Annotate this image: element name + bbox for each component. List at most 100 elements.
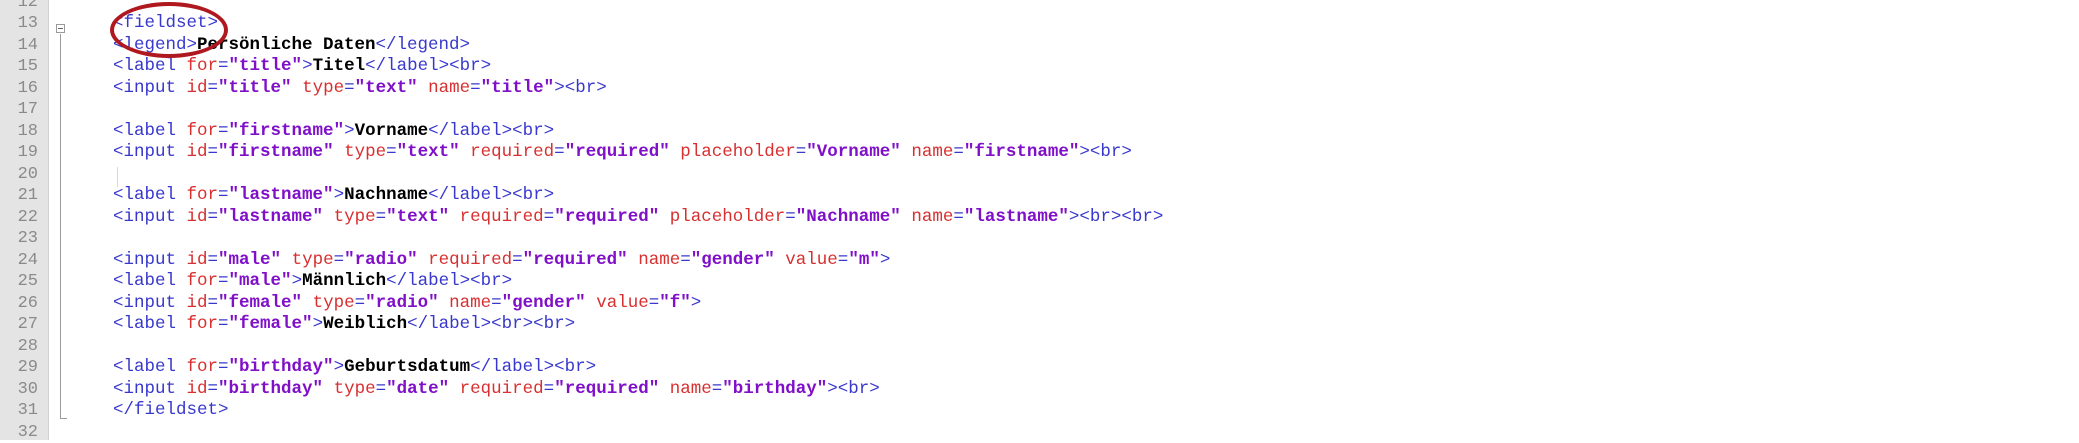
attribute-token: placeholder [680, 142, 796, 162]
code-line[interactable]: 23 [0, 228, 2079, 250]
code-text[interactable]: <input id="birthday" type="date" require… [113, 379, 880, 401]
attribute-token: id [187, 207, 208, 227]
code-line[interactable]: 15<label for="title">Titel</label><br> [0, 56, 2079, 78]
punctuation-token [775, 250, 786, 270]
code-line[interactable]: 13<fieldset> [0, 13, 2079, 35]
punctuation-token: = [796, 142, 807, 162]
code-line[interactable]: 30<input id="birthday" type="date" requi… [0, 379, 2079, 401]
attribute-token: name [638, 250, 680, 270]
value-token: "female" [229, 314, 313, 334]
code-line[interactable]: 29<label for="birthday">Geburtsdatum</la… [0, 357, 2079, 379]
punctuation-token: = [208, 293, 219, 313]
attribute-token: name [670, 379, 712, 399]
punctuation-token: = [953, 142, 964, 162]
attribute-token: for [187, 56, 219, 76]
punctuation-token: = [712, 379, 723, 399]
code-line[interactable]: 18 <label for="firstname">Vorname</label>… [0, 121, 2079, 143]
code-line[interactable]: 16<input id="title" type="text" name="ti… [0, 78, 2079, 100]
attribute-token: required [470, 142, 554, 162]
value-token: "firstname" [218, 142, 334, 162]
punctuation-token: = [953, 207, 964, 227]
value-token: "birthday" [722, 379, 827, 399]
tag-token: </label><br> [365, 56, 491, 76]
tag-token: <input [113, 142, 187, 162]
line-number: 12 [0, 0, 38, 13]
value-token: "gender" [691, 250, 775, 270]
punctuation-token: = [491, 293, 502, 313]
tag-token: <label [113, 121, 187, 141]
punctuation-token: = [512, 250, 523, 270]
punctuation-token [628, 250, 639, 270]
code-line[interactable]: 21<label for="lastname">Nachname</label>… [0, 185, 2079, 207]
tag-token: ><br> [1079, 142, 1132, 162]
code-text[interactable]: <label for="male">Männlich</label><br> [113, 271, 512, 293]
code-editor[interactable]: 1213<fieldset>14<legend>Persönliche Date… [0, 0, 2079, 440]
text-token: Vorname [355, 121, 429, 141]
code-text[interactable]: <label for="lastname">Nachname</label><b… [113, 185, 554, 207]
code-line[interactable]: 19<input id="firstname" type="text" requ… [0, 142, 2079, 164]
tag-token: <input [113, 379, 187, 399]
value-token: "female" [218, 293, 302, 313]
tag-token: ><br> [554, 78, 607, 98]
code-line[interactable]: 24<input id="male" type="radio" required… [0, 250, 2079, 272]
attribute-token: type [334, 207, 376, 227]
tag-token: </fieldset> [113, 400, 229, 420]
tag-token: <label [113, 185, 187, 205]
code-text[interactable]: </fieldset> [113, 400, 229, 422]
code-line[interactable]: 31</fieldset> [0, 400, 2079, 422]
code-line[interactable]: 28 [0, 336, 2079, 358]
value-token: "Vorname" [806, 142, 901, 162]
code-text[interactable]: <input id="firstname" type="text" requir… [113, 142, 1132, 164]
code-text[interactable]: <input id="title" type="text" name="titl… [113, 78, 607, 100]
punctuation-token [449, 207, 460, 227]
line-number: 19 [0, 142, 38, 164]
code-text[interactable]: <label for="title">Titel</label><br> [113, 56, 491, 78]
punctuation-token [418, 250, 429, 270]
code-line[interactable]: 20 [0, 164, 2079, 186]
punctuation-token [439, 293, 450, 313]
code-line[interactable]: 14<legend>Persönliche Daten</legend> [0, 35, 2079, 57]
code-line[interactable]: 25<label for="male">Männlich</label><br> [0, 271, 2079, 293]
code-line[interactable]: 12 [0, 0, 2079, 13]
code-line[interactable]: 27<label for="female">Weiblich</label><b… [0, 314, 2079, 336]
attribute-token: id [187, 293, 208, 313]
tag-token: </label><br><br> [407, 314, 575, 334]
punctuation-token: = [208, 207, 219, 227]
tag-token: </label><br> [470, 357, 596, 377]
punctuation-token: = [208, 78, 219, 98]
value-token: "text" [355, 78, 418, 98]
punctuation-token: = [838, 250, 849, 270]
code-line[interactable]: 22<input id="lastname" type="text" requi… [0, 207, 2079, 229]
text-token: Nachname [344, 185, 428, 205]
fold-collapse-icon[interactable] [56, 24, 65, 33]
attribute-token: for [187, 121, 219, 141]
punctuation-token: = [355, 293, 366, 313]
punctuation-token [418, 78, 429, 98]
text-token: Männlich [302, 271, 386, 291]
punctuation-token: = [544, 207, 555, 227]
code-line[interactable]: 26<input id="female" type="radio" name="… [0, 293, 2079, 315]
value-token: "gender" [502, 293, 586, 313]
punctuation-token: = [376, 207, 387, 227]
code-text[interactable]: <input id="lastname" type="text" require… [113, 207, 1163, 229]
tag-token: <label [113, 357, 187, 377]
code-line[interactable]: 17 [0, 99, 2079, 121]
code-text[interactable]: <input id="male" type="radio" required="… [113, 250, 890, 272]
code-text[interactable]: <label for="birthday">Geburtsdatum</labe… [113, 357, 596, 379]
value-token: "title" [481, 78, 555, 98]
line-number: 18 [0, 121, 38, 143]
indent-guide [117, 167, 118, 187]
highlight-ellipse-annotation [110, 2, 228, 58]
punctuation-token [449, 379, 460, 399]
punctuation-token [281, 250, 292, 270]
code-text[interactable]: <label for="firstname">Vorname</label><b… [113, 121, 554, 143]
tag-token: > [880, 250, 891, 270]
code-text[interactable]: <label for="female">Weiblich</label><br>… [113, 314, 575, 336]
tag-token: > [691, 293, 702, 313]
attribute-token: required [460, 379, 544, 399]
punctuation-token [586, 293, 597, 313]
punctuation-token: = [680, 250, 691, 270]
code-text[interactable]: <input id="female" type="radio" name="ge… [113, 293, 701, 315]
attribute-token: name [428, 78, 470, 98]
attribute-token: placeholder [670, 207, 786, 227]
